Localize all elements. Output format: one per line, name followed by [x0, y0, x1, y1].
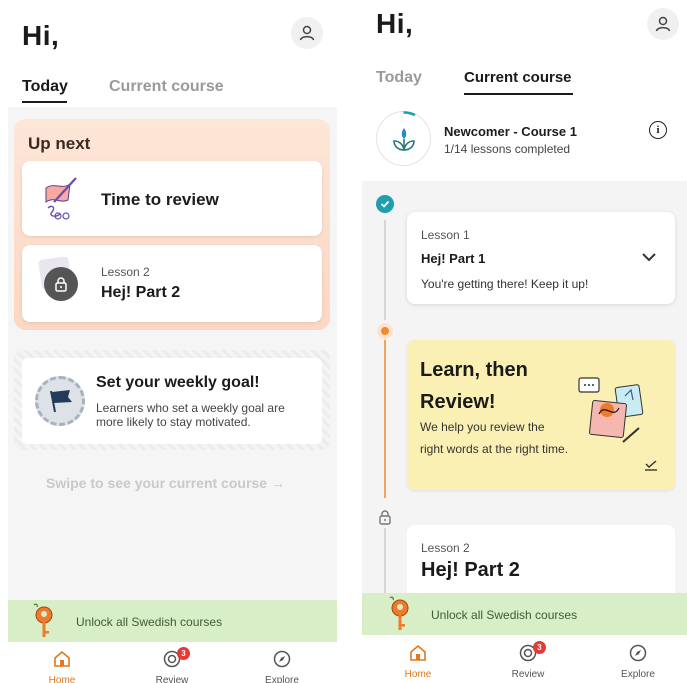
compass-icon — [629, 644, 647, 662]
nav-review[interactable]: 3 Review — [137, 647, 207, 683]
lock-icon — [55, 277, 67, 292]
compass-icon — [273, 650, 291, 668]
home-icon — [410, 644, 426, 661]
nav-review-label: Review — [511, 669, 545, 680]
tab-current-course[interactable]: Current course — [464, 69, 572, 86]
check-icon — [380, 200, 390, 208]
nav-explore[interactable]: Explore — [603, 644, 673, 680]
profile-button[interactable] — [291, 17, 323, 49]
goal-title: Set your weekly goal! — [96, 374, 260, 391]
timeline-line — [384, 220, 386, 320]
check-icon — [645, 460, 657, 471]
tab-current-course[interactable]: Current course — [109, 78, 224, 96]
review-badge: 3 — [177, 647, 190, 660]
timeline-line-active — [384, 340, 386, 498]
key-icon — [389, 596, 409, 630]
lesson-1-title: Hej! Part 1 — [421, 251, 486, 266]
nav-home[interactable]: Home — [27, 650, 97, 683]
greeting: Hi, — [22, 20, 60, 51]
unlock-text: Unlock all Swedish courses — [76, 615, 223, 629]
review-label: Time to review — [101, 190, 219, 209]
today-screen: Hi, Today Current course Up next Time to… — [0, 0, 337, 683]
lock-badge — [44, 267, 78, 301]
swipe-hint: Swipe to see your current course → — [46, 475, 285, 491]
lesson-1-number: Lesson 1 — [421, 228, 470, 242]
profile-button[interactable] — [647, 8, 679, 40]
key-icon — [33, 603, 53, 637]
nav-explore-label: Explore — [621, 669, 655, 680]
up-next-title: Up next — [28, 134, 91, 153]
bottom-nav: Home 3 Review Explore — [362, 636, 687, 683]
home-icon — [54, 650, 70, 667]
nav-explore[interactable]: Explore — [247, 650, 317, 683]
learn-illustration-icon — [578, 377, 644, 443]
learn-review-title: Learn, then Review! — [420, 359, 528, 413]
tab-underline — [22, 101, 67, 103]
timeline-line — [384, 528, 386, 593]
tab-today[interactable]: Today — [376, 69, 422, 87]
course-progress: 1/14 lessons completed — [444, 142, 571, 156]
info-icon[interactable]: i — [649, 121, 667, 139]
nav-explore-label: Explore — [265, 675, 299, 683]
unlock-text: Unlock all Swedish courses — [431, 608, 578, 622]
nav-review[interactable]: 3 Review — [493, 641, 563, 680]
lesson-2-title: Hej! Part 2 — [421, 559, 520, 581]
nav-home[interactable]: Home — [383, 644, 453, 680]
goal-description: Learners who set a weekly goal are more … — [96, 401, 285, 429]
goal-badge — [35, 376, 85, 426]
completed-marker — [376, 195, 394, 213]
flag-icon — [50, 390, 72, 413]
user-icon — [655, 16, 671, 32]
course-progress-ring — [403, 111, 416, 117]
screen-gap — [337, 0, 362, 683]
current-course-screen: Hi, Today Current course Newcomer - Cour… — [362, 0, 687, 683]
lock-icon — [379, 510, 391, 525]
review-badge: 3 — [533, 641, 546, 654]
lesson-1-message: You're getting there! Keep it up! — [421, 277, 589, 291]
course-title: Newcomer - Course 1 — [444, 124, 577, 139]
next-lesson-number: Lesson 2 — [101, 265, 150, 279]
nav-review-label: Review — [155, 675, 189, 683]
review-illustration-icon — [45, 177, 77, 220]
learn-review-description: We help you review the right words at th… — [420, 420, 569, 456]
tab-underline — [464, 93, 573, 95]
next-lesson-title: Hej! Part 2 — [101, 284, 181, 301]
lesson-2-number: Lesson 2 — [421, 541, 470, 555]
nav-home-label: Home — [404, 669, 432, 680]
greeting: Hi, — [376, 8, 414, 39]
nav-home-label: Home — [48, 675, 76, 683]
tab-today[interactable]: Today — [22, 78, 68, 96]
chevron-down-icon[interactable] — [641, 252, 657, 262]
current-marker — [377, 323, 393, 339]
bottom-nav: Home 3 Review Explore — [0, 642, 337, 683]
user-icon — [299, 25, 315, 41]
